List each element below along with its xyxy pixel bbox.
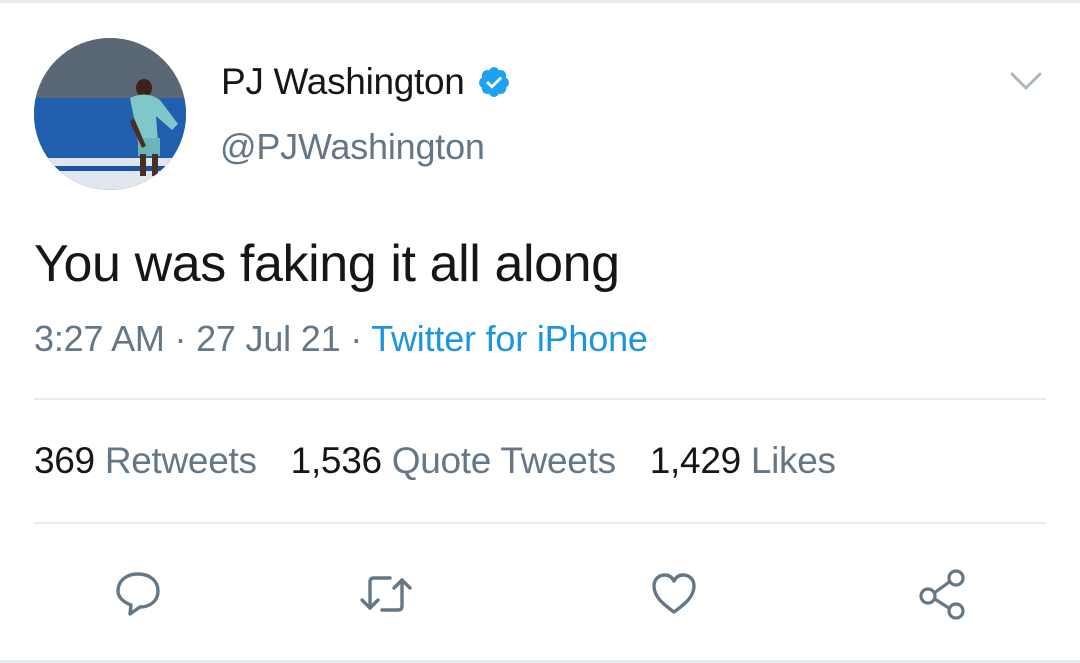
- top-border: [0, 0, 1080, 3]
- tweet-date[interactable]: 27 Jul 21: [196, 318, 341, 359]
- retweets-label: Retweets: [104, 440, 257, 481]
- like-button[interactable]: [646, 566, 702, 622]
- author-handle[interactable]: @PJWashington: [220, 126, 485, 168]
- likes-label: Likes: [750, 440, 836, 481]
- retweet-arrows-icon: [360, 576, 412, 612]
- share-nodes-icon: [919, 569, 965, 620]
- share-button[interactable]: [914, 566, 970, 622]
- quote-tweets-count: 1,536: [290, 440, 382, 481]
- verified-badge-icon: [477, 65, 511, 99]
- likes-stat[interactable]: 1,429 Likes: [650, 440, 836, 482]
- author-name-row[interactable]: PJ Washington: [221, 58, 511, 106]
- tweet-source-link[interactable]: Twitter for iPhone: [371, 318, 648, 359]
- avatar-photo: [34, 38, 186, 190]
- quote-tweets-label: Quote Tweets: [391, 440, 616, 481]
- meta-separator: ·: [174, 318, 187, 359]
- tweet-actions: [0, 566, 1080, 622]
- quote-tweets-stat[interactable]: 1,536 Quote Tweets: [291, 440, 616, 482]
- display-name[interactable]: PJ Washington: [221, 61, 465, 103]
- heart-icon: [652, 573, 696, 614]
- tweet-meta: 3:27 AM · 27 Jul 21 · Twitter for iPhone: [34, 318, 648, 360]
- tweet-stats: 369 Retweets 1,536 Quote Tweets 1,429 Li…: [34, 440, 870, 482]
- divider: [34, 398, 1046, 400]
- chevron-down-icon[interactable]: [1008, 68, 1044, 96]
- tweet-time[interactable]: 3:27 AM: [34, 318, 165, 359]
- retweet-button[interactable]: [358, 566, 414, 622]
- tweet-text: You was faking it all along: [34, 235, 620, 293]
- retweets-stat[interactable]: 369 Retweets: [34, 440, 257, 482]
- likes-count: 1,429: [649, 440, 741, 481]
- divider: [34, 522, 1046, 524]
- retweets-count: 369: [34, 440, 95, 481]
- speech-bubble-icon: [116, 572, 160, 616]
- reply-button[interactable]: [110, 566, 166, 622]
- avatar[interactable]: [34, 38, 186, 190]
- meta-separator: ·: [350, 318, 363, 359]
